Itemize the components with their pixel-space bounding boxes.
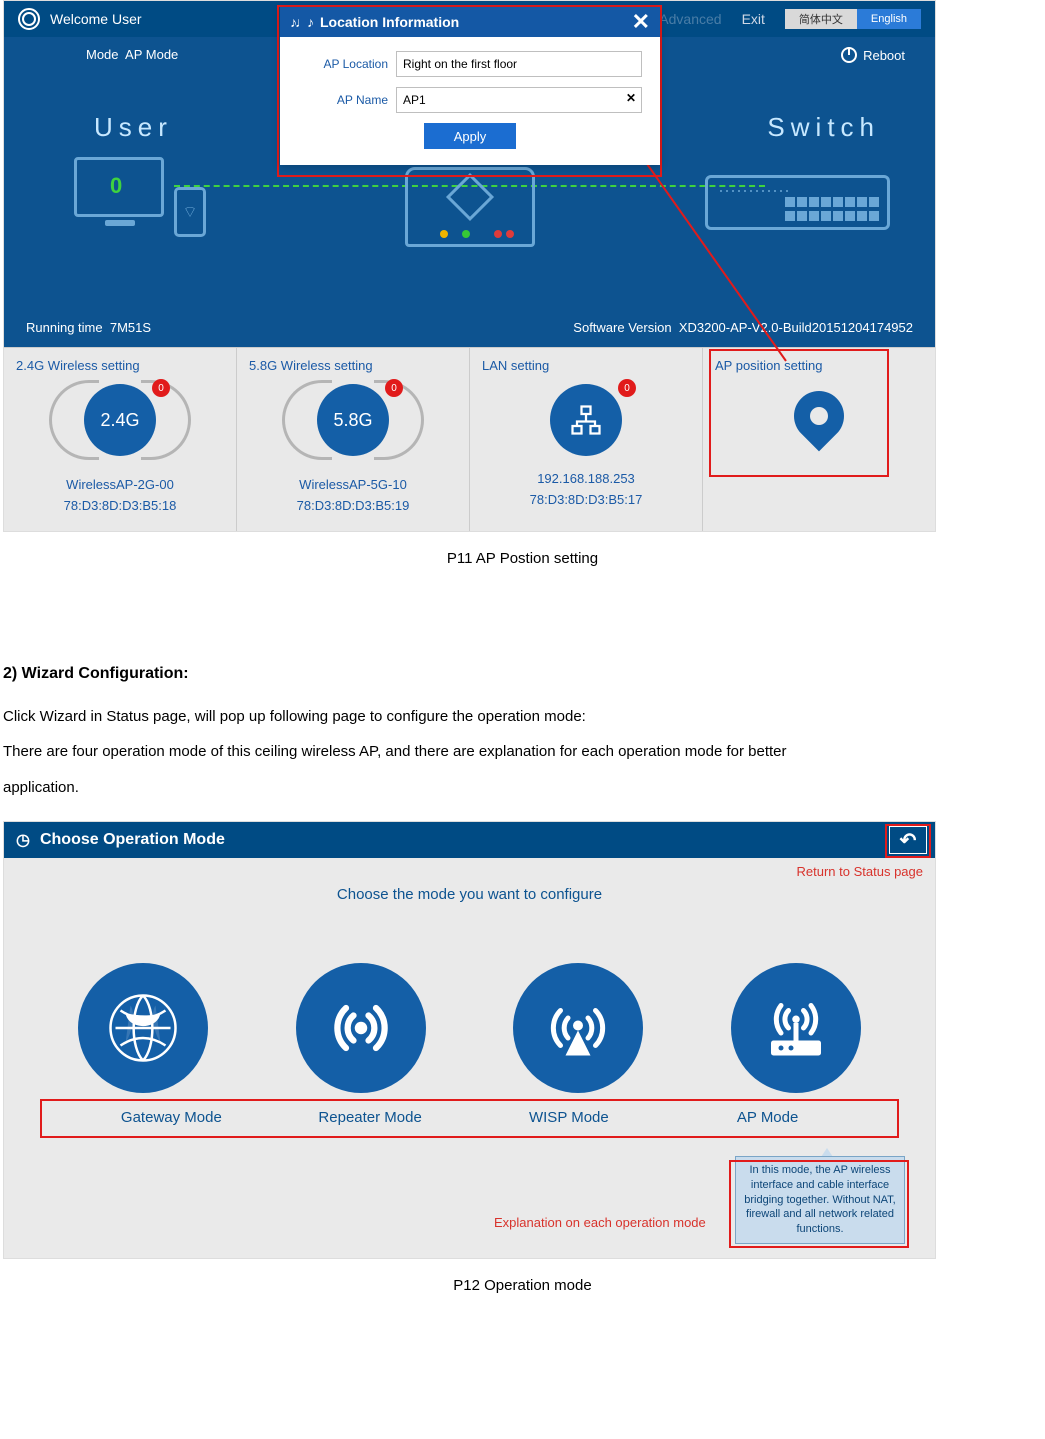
- mode-label-ap: AP Mode: [668, 1109, 867, 1126]
- info-bar: Running time 7M51S Software Version XD32…: [4, 320, 935, 335]
- ap-location-input[interactable]: [396, 51, 642, 77]
- sliders-icon: ♪♩♪: [290, 14, 312, 30]
- phone-icon: ⌔: [174, 187, 206, 237]
- user-heading: User: [94, 112, 173, 143]
- lan-mac: 78:D3:8D:D3:B5:17: [470, 490, 702, 511]
- tile-title: AP position setting: [703, 358, 935, 373]
- reboot-label: Reboot: [863, 48, 905, 63]
- mac-58g: 78:D3:8D:D3:B5:19: [237, 496, 469, 517]
- section-heading: 2) Wizard Configuration:: [3, 665, 936, 683]
- welcome-text: Welcome User: [50, 11, 142, 27]
- mode-label-repeater: Repeater Mode: [271, 1109, 470, 1126]
- mode-value: AP Mode: [125, 47, 178, 62]
- tile-lan-setting[interactable]: LAN setting 0 192.168.188.253 78:D3:8D:D…: [470, 348, 703, 531]
- tile-58g-wireless[interactable]: 5.8G Wireless setting 5.8G 0 WirelessAP-…: [237, 348, 470, 531]
- modal-header: ♪♩♪ Location Information ✕: [280, 7, 660, 37]
- wizard-config-text: 2) Wizard Configuration: Click Wizard in…: [3, 585, 936, 818]
- location-info-modal: ♪♩♪ Location Information ✕ AP Location A…: [280, 7, 660, 165]
- back-button[interactable]: ↶: [889, 826, 927, 854]
- ap-name-label: AP Name: [298, 93, 388, 107]
- reboot-button[interactable]: Reboot: [841, 47, 905, 63]
- running-time: Running time 7M51S: [26, 320, 151, 335]
- mode-label: Mode: [86, 47, 119, 62]
- operation-mode-header: ◷ Choose Operation Mode ↶: [4, 822, 935, 858]
- doc-paragraph: There are four operation mode of this ce…: [3, 736, 936, 768]
- mode-ap[interactable]: [687, 963, 905, 1093]
- badge-lan: 0: [618, 379, 636, 397]
- gauge-icon: ◷: [16, 830, 30, 850]
- ap-location-label: AP Location: [298, 57, 388, 71]
- choose-mode-text: Choose the mode you want to configure: [4, 886, 935, 903]
- p12-operation-mode-screenshot: ◷ Choose Operation Mode ↶ Return to Stat…: [3, 821, 936, 1259]
- settings-tiles: 2.4G Wireless setting 2.4G 0 WirelessAP-…: [4, 347, 935, 531]
- mode-icons-row: [4, 963, 935, 1093]
- lang-english-button[interactable]: English: [857, 9, 921, 29]
- user-count: 0: [110, 173, 122, 199]
- badge-24g: 0: [152, 379, 170, 397]
- opmode-title: Choose Operation Mode: [40, 831, 225, 849]
- network-icon: [550, 384, 622, 456]
- p11-ap-position-screenshot: Welcome User Advanced Exit 简体中文 English …: [3, 0, 936, 532]
- software-version: Software Version XD3200-AP-V2.0-Build201…: [573, 320, 913, 335]
- caption-p11: P11 AP Postion setting: [56, 550, 989, 567]
- wifi-icon: ⌔: [182, 202, 197, 222]
- badge-58g: 0: [385, 379, 403, 397]
- return-annotation: Return to Status page: [797, 864, 923, 881]
- user-device-icon: 0 ⌔: [74, 157, 224, 257]
- doc-paragraph: application.: [3, 772, 936, 804]
- topology-diagram: 0 ⌔: [4, 157, 935, 287]
- modal-title: Location Information: [320, 14, 459, 30]
- location-pin-icon: [784, 381, 855, 452]
- caption-p12: P12 Operation mode: [56, 1277, 989, 1294]
- lan-ip: 192.168.188.253: [470, 469, 702, 490]
- language-switch: 简体中文 English: [785, 9, 921, 29]
- switch-heading: Switch: [767, 112, 880, 143]
- mode-label-gateway: Gateway Mode: [72, 1109, 271, 1126]
- router-icon: [731, 963, 861, 1093]
- mode-gateway[interactable]: [34, 963, 252, 1093]
- apply-button[interactable]: Apply: [424, 123, 516, 149]
- mode-label-wisp: WISP Mode: [470, 1109, 669, 1126]
- ap-mode-tooltip: In this mode, the AP wireless interface …: [735, 1156, 905, 1244]
- highlight-modes-redbox: Gateway Mode Repeater Mode WISP Mode AP …: [40, 1099, 899, 1138]
- circle-24g: 2.4G: [84, 384, 156, 456]
- nav-advanced[interactable]: Advanced: [659, 11, 721, 27]
- explanation-annotation: Explanation on each operation mode: [494, 1214, 706, 1232]
- nav-exit[interactable]: Exit: [742, 11, 765, 27]
- mode-wisp[interactable]: [470, 963, 688, 1093]
- tile-title: 2.4G Wireless setting: [4, 358, 236, 373]
- globe-icon: [78, 963, 208, 1093]
- lang-chinese-button[interactable]: 简体中文: [785, 9, 857, 29]
- switch-device-icon: [705, 175, 890, 230]
- antenna-icon: [513, 963, 643, 1093]
- power-icon: [841, 47, 857, 63]
- doc-paragraph: Click Wizard in Status page, will pop up…: [3, 701, 936, 733]
- clear-apname-button[interactable]: ✕: [626, 91, 636, 105]
- ap-name-input[interactable]: [396, 87, 642, 113]
- mac-24g: 78:D3:8D:D3:B5:18: [4, 496, 236, 517]
- ssid-58g: WirelessAP-5G-10: [237, 475, 469, 496]
- tile-24g-wireless[interactable]: 2.4G Wireless setting 2.4G 0 WirelessAP-…: [4, 348, 237, 531]
- repeater-icon: [296, 963, 426, 1093]
- modal-close-button[interactable]: ✕: [632, 9, 650, 35]
- mode-repeater[interactable]: [252, 963, 470, 1093]
- tile-ap-position[interactable]: AP position setting: [703, 348, 935, 531]
- tile-title: 5.8G Wireless setting: [237, 358, 469, 373]
- tile-title: LAN setting: [470, 358, 702, 373]
- circle-58g: 5.8G: [317, 384, 389, 456]
- ssid-24g: WirelessAP-2G-00: [4, 475, 236, 496]
- avatar-icon: [18, 8, 40, 30]
- ap-device-icon: [405, 167, 535, 247]
